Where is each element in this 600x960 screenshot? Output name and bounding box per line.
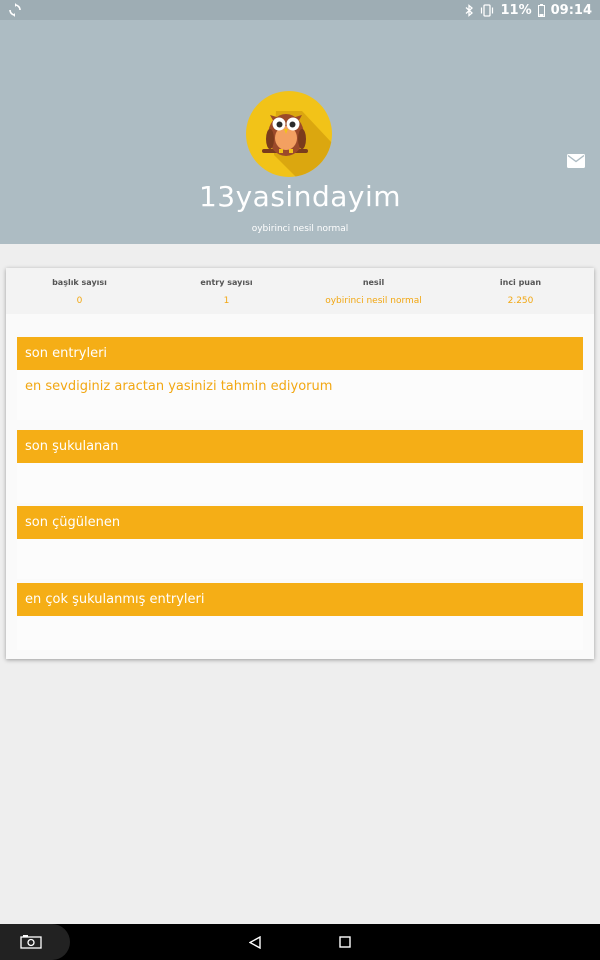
stat-value: oybirinci nesil normal xyxy=(325,296,422,306)
section-body-recent-disliked xyxy=(17,539,583,579)
section-body-recent-entries xyxy=(17,370,583,420)
section-recent-liked[interactable]: son şukulanan xyxy=(17,430,583,463)
sync-icon xyxy=(9,3,21,17)
status-bar: 11% 09:14 xyxy=(0,0,600,20)
profile-header: 13yasindayim oybirinci nesil normal xyxy=(0,20,600,244)
clock: 09:14 xyxy=(550,2,592,18)
section-body-most-liked xyxy=(17,616,583,650)
profile-card: başlık sayısı 0 entry sayısı 1 nesil oyb… xyxy=(6,268,594,659)
section-body-recent-liked xyxy=(17,463,583,503)
recents-icon[interactable] xyxy=(339,936,351,948)
stat-generation: nesil oybirinci nesil normal xyxy=(300,268,447,314)
section-recent-disliked[interactable]: son çügülenen xyxy=(17,506,583,539)
screenshot-icon xyxy=(20,935,42,949)
back-icon[interactable] xyxy=(249,936,261,949)
stat-label: entry sayısı xyxy=(200,278,253,287)
bluetooth-icon xyxy=(466,3,474,17)
battery-percent: 11% xyxy=(500,2,532,18)
navigation-bar xyxy=(0,924,600,960)
stat-label: nesil xyxy=(362,278,385,287)
vibrate-icon xyxy=(481,3,494,17)
stats-bar: başlık sayısı 0 entry sayısı 1 nesil oyb… xyxy=(6,268,594,314)
mail-icon[interactable] xyxy=(567,154,585,168)
stat-title-count: başlık sayısı 0 xyxy=(6,268,153,314)
stat-label: inci puan xyxy=(499,278,542,287)
stat-points: inci puan 2.250 xyxy=(447,268,594,314)
stat-label: başlık sayısı xyxy=(52,278,107,287)
section-recent-entries[interactable]: son entryleri xyxy=(17,337,583,370)
entry-link[interactable]: en sevdiginiz aractan yasinizi tahmin ed… xyxy=(25,379,332,394)
stat-value: 2.250 xyxy=(507,296,534,306)
owl-avatar xyxy=(246,91,332,177)
username: 13yasindayim xyxy=(198,180,402,213)
stat-value: 1 xyxy=(223,296,230,306)
battery-icon xyxy=(537,3,545,17)
screenshot-button[interactable] xyxy=(0,924,70,960)
section-most-liked[interactable]: en çok şukulanmış entryleri xyxy=(17,583,583,616)
stat-value: 0 xyxy=(76,296,83,306)
stat-entry-count: entry sayısı 1 xyxy=(153,268,300,314)
user-generation: oybirinci nesil normal xyxy=(251,224,349,234)
